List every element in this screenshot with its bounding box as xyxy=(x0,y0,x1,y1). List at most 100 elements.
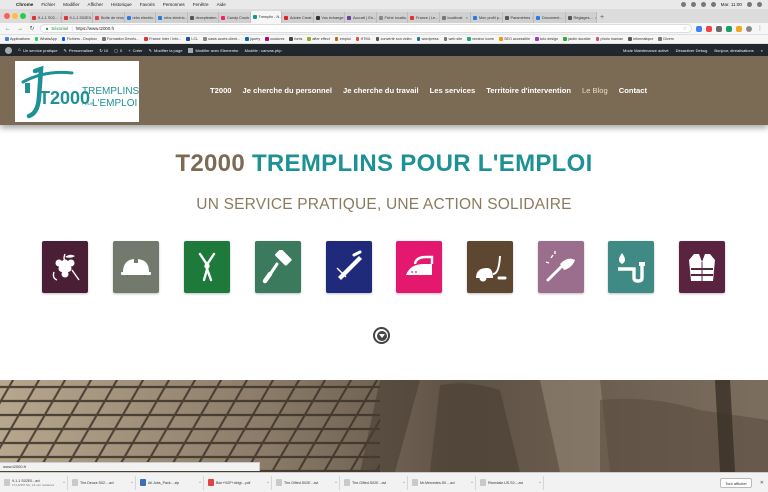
bookmark-item[interactable]: tuto design xyxy=(535,37,558,41)
download-item[interactable]: Riverdale.US.S0....avi ^ xyxy=(480,475,544,490)
tab[interactable]: 9-1-1 S02...× xyxy=(30,12,62,23)
tab[interactable]: decepteaten...× xyxy=(187,12,219,23)
nav-je-cherche-du-travail[interactable]: Je cherche du travail xyxy=(343,86,419,95)
menu-favoris[interactable]: Favoris xyxy=(140,2,155,7)
bookmark-item[interactable]: informatique xyxy=(628,37,653,41)
extension-icon[interactable] xyxy=(736,25,742,32)
bookmark-item[interactable]: vecteur icone xyxy=(467,37,494,41)
wp-debug-toggle[interactable]: Désactiver Debug xyxy=(676,48,708,53)
menubar-app-name[interactable]: Chrome xyxy=(16,2,33,7)
new-tab-icon[interactable]: + xyxy=(597,12,607,23)
site-logo[interactable]: T2000 TREMPLINS POUR L'EMPLOI xyxy=(15,61,140,122)
bookmark-item[interactable]: oasis accès client... xyxy=(203,37,240,41)
tab[interactable]: Tremplin - N...× xyxy=(250,11,282,23)
bookmark-item[interactable]: SEO accessible xyxy=(499,37,530,41)
service-plumbing[interactable] xyxy=(608,241,654,293)
bookmark-item[interactable]: after effect xyxy=(307,37,330,41)
bookmark-item[interactable]: Fichiers - Dropbox xyxy=(61,37,97,41)
nav-je-cherche-du-personnel[interactable]: Je cherche du personnel xyxy=(243,86,332,95)
show-all-downloads-button[interactable]: Tout afficher xyxy=(720,477,752,488)
window-minimize-icon[interactable] xyxy=(12,13,18,19)
wp-user-greeting[interactable]: Bonjour, dtrealisations xyxy=(714,48,753,53)
tab[interactable]: France | Le...× xyxy=(408,12,440,23)
tab[interactable]: Paramètres× xyxy=(502,12,534,23)
wp-edit-page-link[interactable]: ✎ Modifier la page xyxy=(149,48,183,53)
service-construction[interactable] xyxy=(113,241,159,293)
menu-afficher[interactable]: Afficher xyxy=(88,2,104,7)
bookmark-item[interactable]: web site xyxy=(443,37,462,41)
wp-site-link[interactable]: ⌂ Un service pratique xyxy=(18,47,58,53)
chevron-up-icon[interactable]: ^ xyxy=(63,480,65,485)
extension-icon[interactable] xyxy=(716,25,722,32)
nav-t2000[interactable]: T2000 xyxy=(210,86,232,95)
download-item[interactable]: 9-1-1 S02E0...avi 174,6/357 Mo, 19 min re… xyxy=(4,475,68,490)
download-item[interactable]: The.Gifted.S02E...avi ^ xyxy=(276,475,340,490)
wp-new-link[interactable]: + Créer xyxy=(128,48,142,53)
tab[interactable]: Boîte de récep...× xyxy=(93,12,125,23)
tab[interactable]: Candy Crush...× xyxy=(219,12,251,23)
tab[interactable]: Accueil | En...× xyxy=(345,12,377,23)
bookmark-item[interactable]: Divers xyxy=(658,37,674,41)
extension-icon[interactable] xyxy=(726,25,732,32)
download-item[interactable]: All.Jobs_Pack....zip ^ xyxy=(140,475,204,490)
forward-icon[interactable]: → xyxy=(16,26,24,32)
download-item[interactable]: Mr.Mercedes.S0....avi ^ xyxy=(412,475,476,490)
tab[interactable]: Mon profil p...× xyxy=(471,12,503,23)
tab[interactable]: Fiche locatio...× xyxy=(376,12,408,23)
extension-icon[interactable] xyxy=(696,25,702,32)
nav-contact[interactable]: Contact xyxy=(619,86,647,95)
wordpress-logo-icon[interactable] xyxy=(5,46,12,54)
tab[interactable]: Réglages... × xyxy=(565,12,597,23)
battery-icon[interactable] xyxy=(710,2,716,7)
bookmark-item[interactable]: emploi xyxy=(334,37,351,41)
bookmark-item[interactable]: fonts xyxy=(289,37,302,41)
bookmark-item[interactable]: Formation Develo... xyxy=(102,37,139,41)
chevron-up-icon[interactable]: ^ xyxy=(131,480,133,485)
chevron-up-icon[interactable]: ^ xyxy=(403,480,405,485)
search-icon[interactable]: ⌕ xyxy=(761,48,763,53)
wp-elementor-link[interactable]: Modifier avec Elementor xyxy=(188,47,239,53)
bookmark-item[interactable]: Applications xyxy=(5,37,30,41)
tab[interactable]: Adobe Creat...× xyxy=(282,12,314,23)
bookmark-item[interactable]: jquery xyxy=(245,37,260,41)
bookmark-item[interactable]: HTML xyxy=(355,37,371,41)
service-painting[interactable] xyxy=(255,241,301,293)
url-text[interactable]: https://www.t2000.fr xyxy=(76,26,115,31)
tab[interactable]: rebs electric...× xyxy=(124,12,156,23)
wp-maintenance-status[interactable]: Mode Maintenance activé xyxy=(623,48,669,53)
service-safety[interactable] xyxy=(679,241,725,293)
menu-historique[interactable]: Historique xyxy=(111,2,132,7)
menubar-clock[interactable]: Mar. 11:00 xyxy=(721,2,742,7)
service-cleaning[interactable] xyxy=(467,241,513,293)
download-item[interactable]: Bdc+%2F+dirigi....pdf ^ xyxy=(208,475,272,490)
tab[interactable]: Vos échange...× xyxy=(313,12,345,23)
chevron-up-icon[interactable]: ^ xyxy=(199,480,201,485)
menu-aide[interactable]: Aide xyxy=(217,2,226,7)
menu-kebab-icon[interactable]: ⋮ xyxy=(756,25,764,32)
window-zoom-icon[interactable] xyxy=(20,13,26,19)
service-ironing[interactable] xyxy=(396,241,442,293)
service-grapes[interactable] xyxy=(42,241,88,293)
bookmark-item[interactable]: wordpress xyxy=(416,37,439,41)
nav-les-services[interactable]: Les services xyxy=(430,86,476,95)
menu-fenetre[interactable]: Fenêtre xyxy=(193,2,209,7)
tab-close-icon[interactable]: × xyxy=(466,15,468,20)
bookmark-item[interactable]: coutures xyxy=(265,37,284,41)
window-close-icon[interactable] xyxy=(4,13,10,19)
wp-comments-link[interactable]: ▢ 0 xyxy=(114,48,122,53)
service-dusting[interactable] xyxy=(538,241,584,293)
profile-avatar-icon[interactable] xyxy=(746,25,752,32)
bookmark-item[interactable]: photo maman xyxy=(595,37,623,41)
bookmark-item[interactable]: LCL xyxy=(186,37,198,41)
service-masonry[interactable] xyxy=(326,241,372,293)
download-item[interactable]: The.Gifted.S02E...avi ^ xyxy=(344,475,408,490)
notification-center-icon[interactable] xyxy=(757,2,762,7)
chevron-up-icon[interactable]: ^ xyxy=(539,480,541,485)
omnibox[interactable]: ■ Sécurisé | https://www.t2000.fr ☆ xyxy=(40,24,692,33)
chevron-up-icon[interactable]: ^ xyxy=(335,480,337,485)
volume-icon[interactable] xyxy=(700,2,706,7)
wp-template-mode[interactable]: Modèle : canvas.php xyxy=(245,48,282,53)
close-icon[interactable]: ✕ xyxy=(760,480,764,486)
bookmark-item[interactable]: France Inter / Info... xyxy=(144,37,181,41)
menu-modifier[interactable]: Modifier xyxy=(63,2,79,7)
